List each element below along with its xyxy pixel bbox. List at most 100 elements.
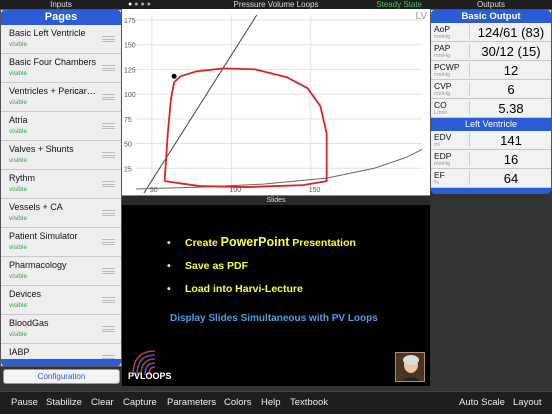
parameters-button[interactable]: Parameters	[167, 397, 216, 408]
page-item[interactable]: Atria visible	[1, 112, 121, 141]
page-item-status: visible	[9, 157, 28, 164]
page-item-status: visible	[9, 70, 28, 77]
pause-button[interactable]: Pause	[11, 397, 38, 408]
capture-button[interactable]: Capture	[123, 397, 157, 408]
page-item[interactable]: Ventricles + Pericard... visible	[1, 83, 121, 112]
output-label: EF	[434, 170, 445, 180]
reorder-grip-icon[interactable]	[102, 239, 115, 245]
slide-bullets: • Create PowerPoint Presentation • Save as…	[167, 235, 356, 306]
reorder-grip-icon[interactable]	[102, 36, 115, 42]
slide-bullet: • Load into Harvi-Lecture	[167, 283, 303, 295]
reorder-grip-icon[interactable]	[102, 181, 115, 187]
pv-loop-svg: 25507510012515017550 100 150	[124, 14, 423, 194]
row-divider	[469, 101, 470, 115]
page-item-label: BloodGas	[9, 318, 49, 328]
output-value: 12	[503, 63, 519, 78]
page-item-status: visible	[9, 244, 28, 251]
page-item-label: IABP	[9, 347, 30, 357]
row-divider	[469, 133, 470, 147]
slides-panel[interactable]: • Create PowerPoint Presentation • Save as…	[122, 205, 430, 386]
layout-button[interactable]: Layout	[513, 397, 542, 408]
output-label: EDP	[434, 151, 452, 161]
page-item[interactable]: BloodGas visible	[1, 315, 121, 344]
clear-button[interactable]: Clear	[91, 397, 114, 408]
reorder-grip-icon[interactable]	[102, 297, 115, 303]
page-item[interactable]: Vessels + CA visible	[1, 199, 121, 228]
reorder-grip-icon[interactable]	[102, 94, 115, 100]
output-value: 64	[503, 171, 519, 186]
page-item-status: visible	[9, 41, 28, 48]
page-item-status: visible	[9, 302, 28, 309]
lv-chamber-label: LV	[415, 11, 428, 22]
output-row[interactable]: AoP mmHg 124/61 (83)	[431, 23, 551, 42]
page-item-label: Pharmacology	[9, 260, 67, 270]
output-row[interactable]: EF % 64	[431, 169, 551, 188]
chart-title: Pressure Volume Loops	[233, 0, 319, 9]
output-value: 5.38	[498, 101, 524, 116]
output-unit: ml	[434, 142, 440, 148]
y-tick-label: 175	[124, 18, 136, 25]
output-row[interactable]: PCWP mmHg 12	[431, 61, 551, 80]
page-item-status: visible	[9, 128, 28, 135]
basic-output-list: AoP mmHg 124/61 (83) PAP mmHg 30/12 (15) P…	[431, 23, 551, 118]
output-row[interactable]: EDV ml 141	[431, 131, 551, 150]
app-window: Inputs ●●●● Pressure Volume Loops Steady…	[0, 0, 552, 414]
end-systolic-point	[171, 73, 177, 79]
pvloops-logo-text: PVLOOPS	[128, 371, 172, 381]
output-row[interactable]: CO L/min 5.38	[431, 99, 551, 118]
page-item[interactable]: Basic Four Chambers visible	[1, 54, 121, 83]
pages-title: Pages	[1, 10, 121, 25]
page-item[interactable]: Rythm visible	[1, 170, 121, 199]
row-divider	[469, 44, 470, 58]
row-divider	[469, 171, 470, 185]
espvr-line	[143, 14, 258, 194]
page-dots-indicator[interactable]: ●●●●	[128, 0, 153, 9]
stabilize-button[interactable]: Stabilize	[46, 397, 82, 408]
reorder-grip-icon[interactable]	[102, 152, 115, 158]
page-item-label: Basic Left Ventricle	[9, 28, 86, 38]
output-row[interactable]: PAP mmHg 30/12 (15)	[431, 42, 551, 61]
output-label: CO	[434, 100, 447, 110]
textbook-button[interactable]: Textbook	[290, 397, 328, 408]
page-item-label: Vessels + CA	[9, 202, 63, 212]
page-item[interactable]: Devices visible	[1, 286, 121, 315]
page-item-status: visible	[9, 331, 28, 338]
output-unit: %	[434, 180, 439, 186]
page-item[interactable]: Valves + Shunts visible	[1, 141, 121, 170]
reorder-grip-icon[interactable]	[102, 326, 115, 332]
slide-caption: Display Slides Simultaneous with PV Loop…	[170, 313, 378, 324]
auto-scale-button[interactable]: Auto Scale	[459, 397, 505, 408]
page-item[interactable]: Patient Simulator visible	[1, 228, 121, 257]
output-row[interactable]: EDP mmHg 16	[431, 150, 551, 169]
steady-state-label: Steady State	[376, 0, 422, 9]
output-row[interactable]: CVP mmHg 6	[431, 80, 551, 99]
reorder-grip-icon[interactable]	[102, 123, 115, 129]
slides-header: Slides	[122, 196, 430, 205]
page-item-status: visible	[9, 186, 28, 193]
row-divider	[469, 63, 470, 77]
page-item[interactable]: Pharmacology visible	[1, 257, 121, 286]
page-item-label: Valves + Shunts	[9, 144, 74, 154]
row-divider	[469, 82, 470, 96]
configuration-button[interactable]: Configuration	[3, 369, 120, 384]
colors-button[interactable]: Colors	[224, 397, 251, 408]
page-item-label: Devices	[9, 289, 42, 299]
y-tick-label: 150	[124, 43, 136, 50]
reorder-grip-icon[interactable]	[102, 268, 115, 274]
output-label: AoP	[434, 24, 451, 34]
portrait-icon	[395, 352, 425, 382]
slide-bullet: • Create PowerPoint Presentation	[167, 235, 356, 249]
left-ventricle-title: Left Ventricle	[431, 118, 551, 131]
outputs-header: Outputs	[430, 0, 552, 9]
basic-output-title: Basic Output	[431, 10, 551, 23]
reorder-grip-icon[interactable]	[102, 65, 115, 71]
y-tick-label: 50	[124, 142, 132, 149]
output-unit: mmHg	[434, 72, 451, 78]
output-unit: mmHg	[434, 34, 451, 40]
reorder-grip-icon[interactable]	[102, 210, 115, 216]
page-item[interactable]: Basic Left Ventricle visible	[1, 25, 121, 54]
page-item-status: visible	[9, 273, 28, 280]
pv-loop-chart[interactable]: 25 50 75 100 125 150 175 50 100 150 LV	[122, 9, 430, 196]
outputs-panel: Basic Output AoP mmHg 124/61 (83) PAP mmH…	[430, 9, 552, 194]
help-button[interactable]: Help	[261, 397, 281, 408]
